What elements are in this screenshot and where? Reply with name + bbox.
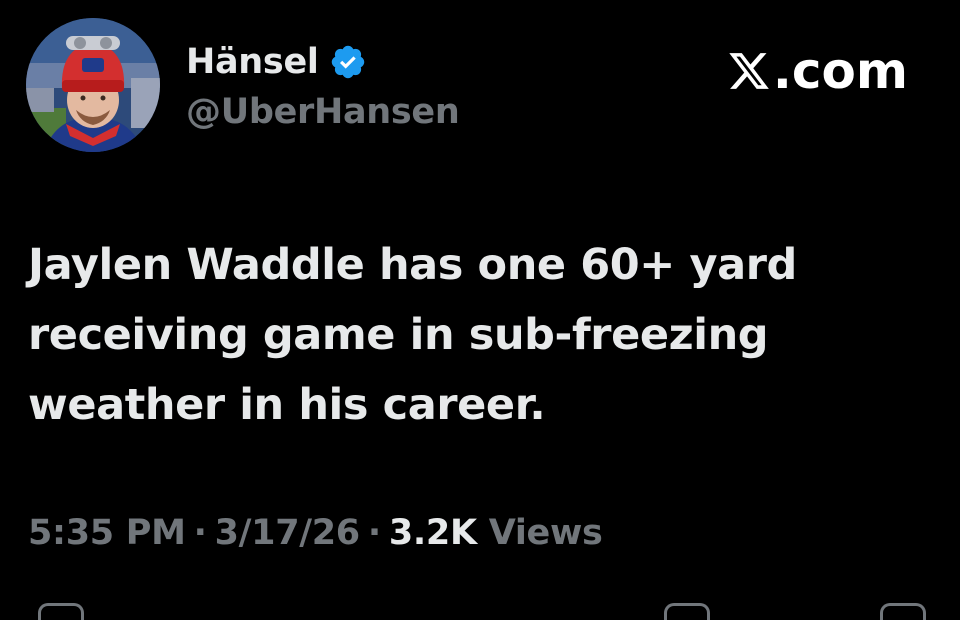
tweet-card: Hänsel @UberHansen .com Jaylen Waddle ha… bbox=[0, 0, 960, 620]
author-handle[interactable]: @UberHansen bbox=[186, 92, 460, 132]
separator-dot: · bbox=[367, 513, 381, 553]
name-row: Hänsel bbox=[186, 38, 460, 86]
separator-dot: · bbox=[193, 513, 207, 553]
avatar[interactable] bbox=[26, 18, 160, 152]
views-label: Views bbox=[488, 513, 603, 553]
author-block: Hänsel @UberHansen bbox=[186, 38, 460, 132]
verified-badge-icon bbox=[329, 43, 367, 81]
avatar-image bbox=[26, 18, 160, 152]
brand-label: .com bbox=[772, 42, 908, 100]
x-logo-icon bbox=[729, 53, 769, 89]
share-icon[interactable] bbox=[880, 603, 926, 620]
tweet-date[interactable]: 3/17/26 bbox=[215, 513, 361, 553]
tweet-time[interactable]: 5:35 PM bbox=[28, 513, 186, 553]
action-bar bbox=[0, 600, 960, 620]
tweet-text: Jaylen Waddle has one 60+ yard receiving… bbox=[28, 240, 797, 430]
tweet-meta: 5:35 PM · 3/17/26 · 3.2K Views bbox=[28, 513, 603, 553]
views-count[interactable]: 3.2K bbox=[389, 513, 477, 553]
reply-icon[interactable] bbox=[38, 603, 84, 620]
display-name[interactable]: Hänsel bbox=[186, 42, 319, 82]
x-com-watermark: .com bbox=[727, 42, 908, 100]
bookmark-icon[interactable] bbox=[664, 603, 710, 620]
